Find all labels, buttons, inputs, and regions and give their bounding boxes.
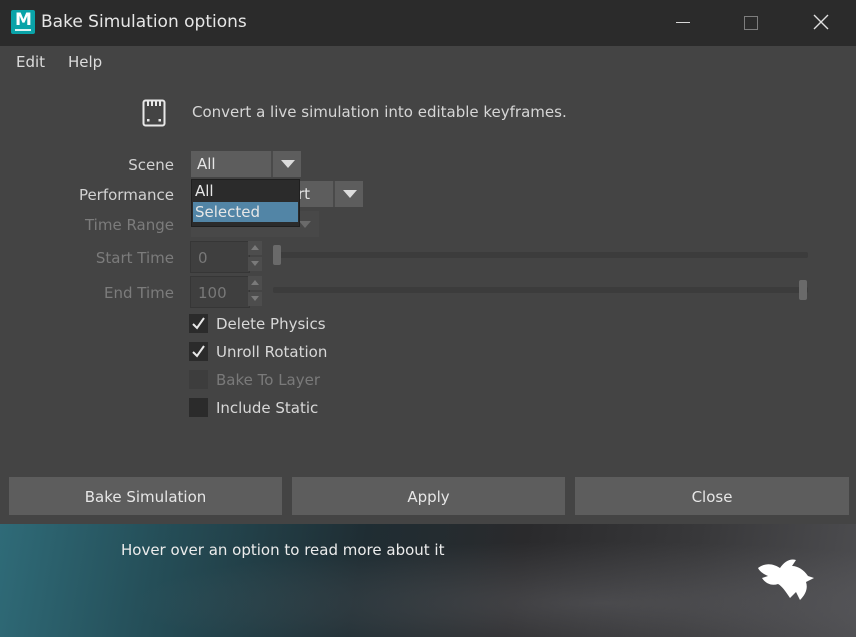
start-time-field[interactable]: 0 <box>190 241 250 273</box>
scene-label: Scene <box>128 156 174 174</box>
unroll-rotation-checkbox[interactable] <box>189 342 208 361</box>
description-text: Convert a live simulation into editable … <box>192 103 567 121</box>
bake-to-layer-checkbox[interactable] <box>189 370 208 389</box>
help-bar: Hover over an option to read more about … <box>0 524 856 637</box>
end-time-slider[interactable] <box>273 287 808 293</box>
end-time-label: End Time <box>104 284 174 302</box>
scene-option-all[interactable]: All <box>193 181 298 201</box>
chevron-down-icon[interactable] <box>271 151 301 177</box>
arrow-down-icon[interactable] <box>248 292 262 306</box>
menu-help[interactable]: Help <box>68 53 102 71</box>
bake-clip-icon <box>142 99 166 131</box>
arrow-up-icon[interactable] <box>248 276 262 290</box>
include-static-checkbox[interactable] <box>189 398 208 417</box>
title-bar: Bake Simulation options <box>0 0 856 46</box>
fox-logo-icon <box>756 556 816 608</box>
include-static-label: Include Static <box>216 399 319 417</box>
scene-dropdown[interactable]: All <box>191 151 301 177</box>
help-text: Hover over an option to read more about … <box>121 541 445 559</box>
maya-app-icon <box>11 10 35 34</box>
end-time-spinner[interactable] <box>248 276 262 306</box>
performance-label: Performance <box>78 186 174 204</box>
end-time-value: 100 <box>198 284 227 302</box>
delete-physics-label: Delete Physics <box>216 315 326 333</box>
bake-simulation-button[interactable]: Bake Simulation <box>9 477 282 515</box>
maximize-icon[interactable] <box>728 0 774 46</box>
scene-option-selected[interactable]: Selected <box>193 202 298 222</box>
chevron-down-icon[interactable] <box>333 181 363 207</box>
close-icon[interactable] <box>798 0 844 46</box>
close-button[interactable]: Close <box>575 477 849 515</box>
start-time-slider[interactable] <box>273 252 808 258</box>
scene-dropdown-list: All Selected <box>191 179 300 227</box>
arrow-up-icon[interactable] <box>248 241 262 255</box>
checkmark-icon <box>192 345 205 358</box>
delete-physics-checkbox[interactable] <box>189 314 208 333</box>
end-time-slider-handle[interactable] <box>799 280 807 300</box>
menu-bar: Edit Help <box>0 46 856 76</box>
end-time-field[interactable]: 100 <box>190 276 250 308</box>
window-title: Bake Simulation options <box>41 12 247 32</box>
scene-value: All <box>197 155 216 173</box>
start-time-spinner[interactable] <box>248 241 262 271</box>
chevron-down-icon <box>299 221 311 228</box>
apply-button[interactable]: Apply <box>292 477 565 515</box>
minimize-icon[interactable] <box>660 0 706 46</box>
start-time-value: 0 <box>198 249 208 267</box>
unroll-rotation-label: Unroll Rotation <box>216 343 328 361</box>
start-time-slider-handle[interactable] <box>273 245 281 265</box>
start-time-label: Start Time <box>95 249 174 267</box>
bake-to-layer-label: Bake To Layer <box>216 371 321 389</box>
time-range-label: Time Range <box>84 216 174 234</box>
checkmark-icon <box>192 317 205 330</box>
menu-edit[interactable]: Edit <box>16 53 45 71</box>
arrow-down-icon[interactable] <box>248 257 262 271</box>
